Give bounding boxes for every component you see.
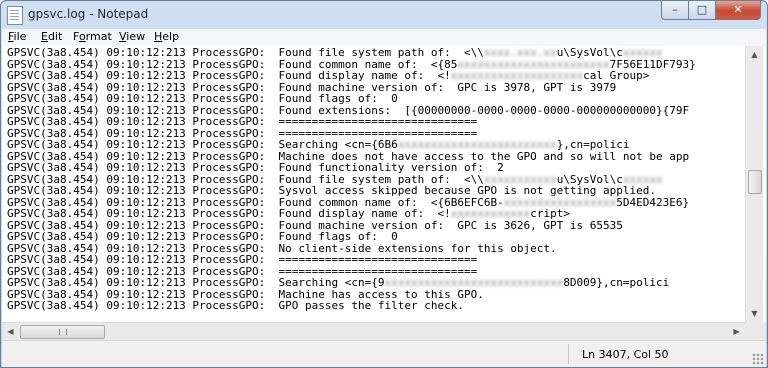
log-text-segment: u\SysVol\c (556, 173, 623, 185)
log-line: GPSVC(3a8.454) 09:10:12:213 ProcessGPO: … (7, 300, 743, 312)
scroll-up-arrow-icon[interactable]: ▲ (746, 46, 763, 63)
minimize-button[interactable]: – (661, 1, 689, 20)
log-text-segment: 7F56E11DF793} (609, 58, 696, 70)
log-line: GPSVC(3a8.454) 09:10:12:213 ProcessGPO: … (7, 128, 743, 140)
log-line: GPSVC(3a8.454) 09:10:12:213 ProcessGPO: … (7, 59, 743, 71)
log-text-segment: GPSVC(3a8.454) 09:10:12:213 ProcessGPO: … (7, 277, 385, 289)
maximize-button[interactable]: □ (689, 1, 716, 20)
grip-icon (59, 329, 67, 335)
redacted-text: xxxxxxxxxxxx (450, 208, 531, 220)
notepad-window: gpsvc.log - Notepad – □ ✕ File Edit Form… (0, 0, 768, 368)
redacted-text: xxxxxxxxxxxxxxxxxxxx (450, 70, 584, 82)
log-text-segment: GPSVC(3a8.454) 09:10:12:213 ProcessGPO: … (7, 254, 478, 266)
log-text[interactable]: GPSVC(3a8.454) 09:10:12:213 ProcessGPO: … (7, 47, 743, 319)
log-text-segment: u\SysVol\c (556, 47, 623, 59)
log-text-segment: GPSVC(3a8.454) 09:10:12:213 ProcessGPO: … (7, 173, 484, 185)
log-text-segment: GPSVC(3a8.454) 09:10:12:213 ProcessGPO: … (7, 196, 504, 208)
title-bar[interactable]: gpsvc.log - Notepad – □ ✕ (1, 1, 767, 29)
log-line: GPSVC(3a8.454) 09:10:12:213 ProcessGPO: … (7, 82, 743, 94)
log-line: GPSVC(3a8.454) 09:10:12:213 ProcessGPO: … (7, 116, 743, 128)
log-text-segment: GPSVC(3a8.454) 09:10:12:213 ProcessGPO: … (7, 231, 398, 243)
horizontal-scrollbar[interactable]: ◀ ▶ (2, 322, 745, 340)
window-title: gpsvc.log - Notepad (28, 7, 149, 21)
log-line: GPSVC(3a8.454) 09:10:12:213 ProcessGPO: … (7, 162, 743, 174)
log-text-segment: cript> (530, 208, 570, 220)
log-text-segment: GPSVC(3a8.454) 09:10:12:213 ProcessGPO: … (7, 47, 484, 59)
status-separator (568, 344, 569, 364)
redacted-text: xxxxxx (622, 173, 663, 185)
log-text-segment: GPSVC(3a8.454) 09:10:12:213 ProcessGPO: … (7, 288, 484, 300)
log-text-segment: GPSVC(3a8.454) 09:10:12:213 ProcessGPO: … (7, 162, 504, 174)
log-line: GPSVC(3a8.454) 09:10:12:213 ProcessGPO: … (7, 289, 743, 301)
log-text-segment: GPSVC(3a8.454) 09:10:12:213 ProcessGPO: … (7, 58, 458, 70)
log-line: GPSVC(3a8.454) 09:10:12:213 ProcessGPO: … (7, 105, 743, 117)
scroll-left-arrow-icon[interactable]: ◀ (2, 323, 19, 340)
redacted-text: xxxxxxxxxxxxxxxxxxxxxxxxxxx (384, 277, 564, 289)
menu-file[interactable]: File (8, 30, 26, 43)
log-line: GPSVC(3a8.454) 09:10:12:213 ProcessGPO: … (7, 254, 743, 266)
log-line: GPSVC(3a8.454) 09:10:12:213 ProcessGPO: … (7, 151, 743, 163)
log-line: GPSVC(3a8.454) 09:10:12:213 ProcessGPO: … (7, 70, 743, 82)
log-text-segment: GPSVC(3a8.454) 09:10:12:213 ProcessGPO: … (7, 150, 690, 162)
log-text-segment: GPSVC(3a8.454) 09:10:12:213 ProcessGPO: … (7, 265, 478, 277)
redacted-text: xxxxxx (622, 47, 663, 59)
log-text-segment: GPSVC(3a8.454) 09:10:12:213 ProcessGPO: … (7, 139, 398, 151)
redacted-text: xxxxxxxxxxxxxxxxxxxxxxxx (397, 139, 557, 151)
log-text-segment: GPSVC(3a8.454) 09:10:12:213 ProcessGPO: … (7, 127, 478, 139)
log-text-segment: GPSVC(3a8.454) 09:10:12:213 ProcessGPO: … (7, 185, 657, 197)
vertical-scrollbar[interactable]: ▲ ▼ (745, 46, 763, 322)
log-line: GPSVC(3a8.454) 09:10:12:213 ProcessGPO: … (7, 277, 743, 289)
redacted-text: xxxxxxxxxxx (483, 173, 557, 185)
redacted-text: xxxx.xxx.xx (483, 47, 557, 59)
log-text-segment: GPSVC(3a8.454) 09:10:12:213 ProcessGPO: … (7, 219, 623, 231)
log-text-segment: 8D009},cn=polici (563, 277, 670, 289)
log-line: GPSVC(3a8.454) 09:10:12:213 ProcessGPO: … (7, 266, 743, 278)
log-line: GPSVC(3a8.454) 09:10:12:213 ProcessGPO: … (7, 231, 743, 243)
scrollbar-corner (745, 322, 766, 340)
log-line: GPSVC(3a8.454) 09:10:12:213 ProcessGPO: … (7, 243, 743, 255)
log-text-segment: GPSVC(3a8.454) 09:10:12:213 ProcessGPO: … (7, 300, 464, 312)
log-line: GPSVC(3a8.454) 09:10:12:213 ProcessGPO: … (7, 93, 743, 105)
log-text-segment: GPSVC(3a8.454) 09:10:12:213 ProcessGPO: … (7, 70, 451, 82)
log-text-segment: GPSVC(3a8.454) 09:10:12:213 ProcessGPO: … (7, 104, 690, 116)
log-text-segment: GPSVC(3a8.454) 09:10:12:213 ProcessGPO: … (7, 93, 398, 105)
log-text-segment: GPSVC(3a8.454) 09:10:12:213 ProcessGPO: … (7, 242, 557, 254)
status-bar: Ln 3407, Col 50 (2, 340, 766, 367)
log-text-segment: GPSVC(3a8.454) 09:10:12:213 ProcessGPO: … (7, 208, 451, 220)
caption-buttons: – □ ✕ (661, 1, 761, 20)
scroll-down-arrow-icon[interactable]: ▼ (746, 305, 763, 322)
log-text-segment: cal Group> (583, 70, 650, 82)
log-line: GPSVC(3a8.454) 09:10:12:213 ProcessGPO: … (7, 47, 743, 59)
menu-view[interactable]: View (119, 30, 145, 43)
menu-format[interactable]: Format (73, 30, 112, 43)
horizontal-scroll-thumb[interactable] (20, 325, 105, 339)
log-line: GPSVC(3a8.454) 09:10:12:213 ProcessGPO: … (7, 197, 743, 209)
redacted-text: xxxxxxxxxxxxxxxxx (503, 196, 617, 208)
log-line: GPSVC(3a8.454) 09:10:12:213 ProcessGPO: … (7, 139, 743, 151)
log-line: GPSVC(3a8.454) 09:10:12:213 ProcessGPO: … (7, 208, 743, 220)
scroll-right-arrow-icon[interactable]: ▶ (728, 323, 745, 340)
vertical-scroll-thumb[interactable] (748, 170, 762, 194)
menu-help[interactable]: Help (154, 30, 179, 43)
log-line: GPSVC(3a8.454) 09:10:12:213 ProcessGPO: … (7, 220, 743, 232)
log-line: GPSVC(3a8.454) 09:10:12:213 ProcessGPO: … (7, 185, 743, 197)
log-text-segment: GPSVC(3a8.454) 09:10:12:213 ProcessGPO: … (7, 81, 617, 93)
text-editor[interactable]: GPSVC(3a8.454) 09:10:12:213 ProcessGPO: … (2, 46, 766, 322)
menu-bar: File Edit Format View Help (2, 29, 766, 47)
redacted-text: xxxxxxxxxxxxxxxxxxxxxxx (457, 58, 610, 70)
notepad-icon (7, 6, 23, 25)
resize-grip-icon[interactable] (752, 353, 764, 365)
close-button[interactable]: ✕ (716, 1, 761, 20)
log-text-segment: GPSVC(3a8.454) 09:10:12:213 ProcessGPO: … (7, 116, 478, 128)
log-line: GPSVC(3a8.454) 09:10:12:213 ProcessGPO: … (7, 174, 743, 186)
menu-edit[interactable]: Edit (41, 30, 62, 43)
cursor-position: Ln 3407, Col 50 (582, 348, 669, 361)
log-text-segment: },cn=polici (556, 139, 630, 151)
log-text-segment: 5D4ED423E6} (616, 196, 690, 208)
